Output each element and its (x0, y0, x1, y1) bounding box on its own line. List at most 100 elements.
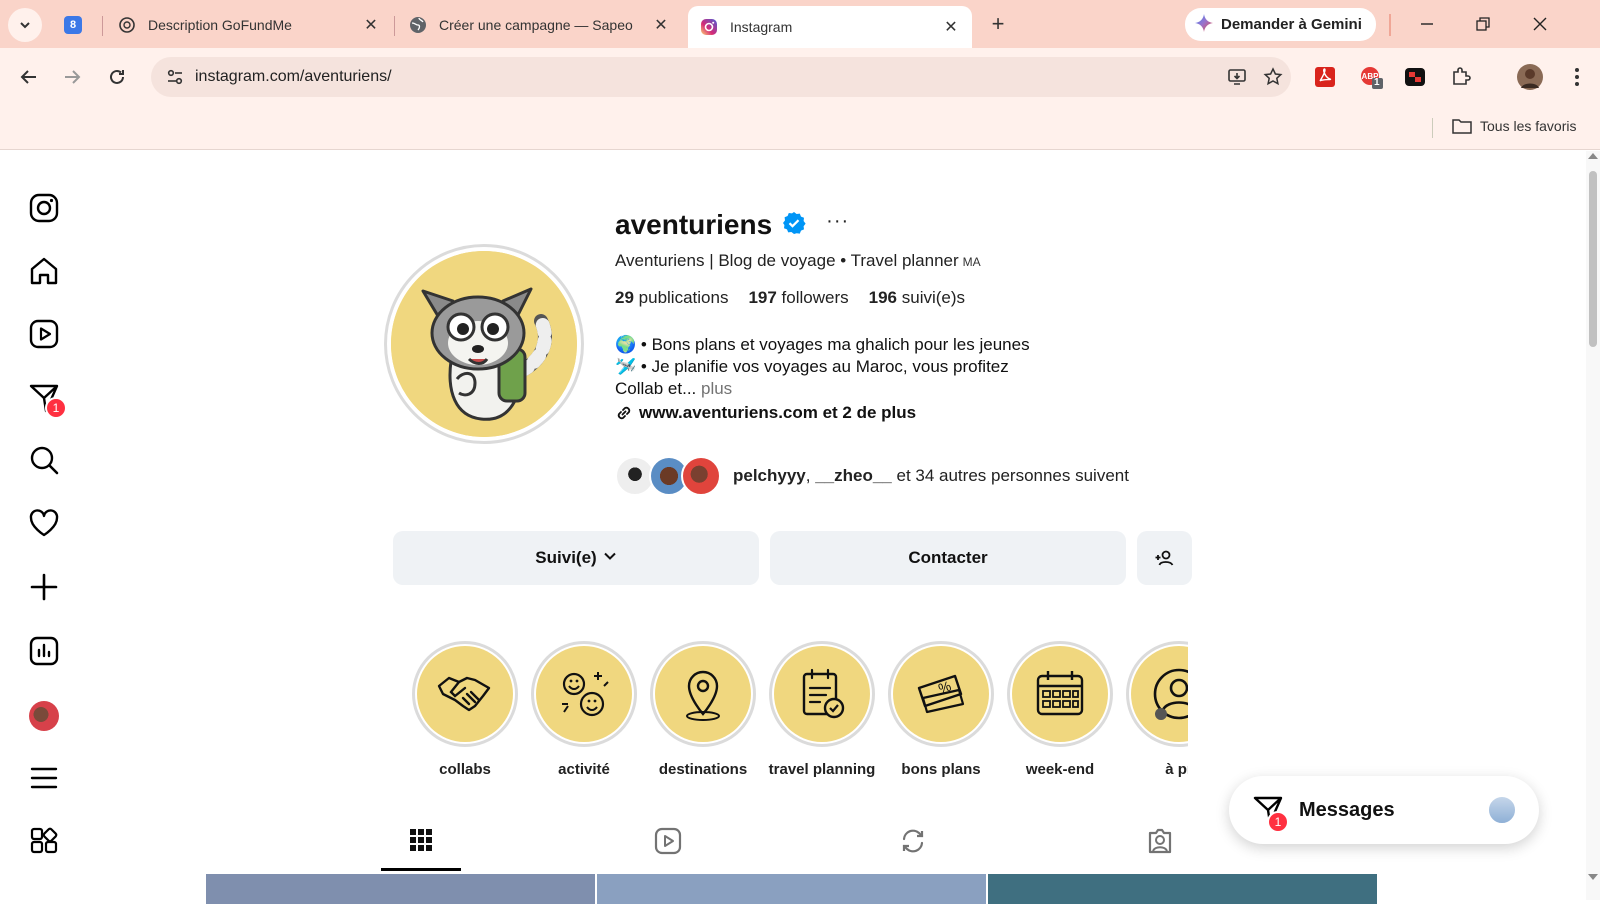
instagram-icon (700, 18, 718, 36)
tab-instagram[interactable]: Instagram ✕ (688, 6, 972, 48)
instagram-sidebar: 1 (0, 151, 90, 900)
search-icon[interactable] (27, 443, 61, 477)
highlight-label: week-end (1025, 761, 1095, 778)
tab-search-button[interactable] (8, 8, 42, 42)
bookmarks-bar: Tous les favoris (0, 106, 1600, 150)
reels-icon[interactable] (27, 317, 61, 351)
ad-blocker-extension-icon[interactable]: ABP 1 (1357, 63, 1385, 91)
tab-reels[interactable] (628, 811, 708, 871)
pinned-tab[interactable]: 8 (60, 12, 86, 38)
tab-description-gofundme[interactable]: Description GoFundMe ✕ (106, 8, 392, 42)
profile-website-link[interactable]: www.aventuriens.com et 2 de plus (615, 403, 916, 423)
discount-tickets-icon: % (917, 674, 965, 714)
folder-icon (1452, 119, 1472, 134)
meta-apps-icon[interactable] (27, 824, 61, 858)
mutual-followers[interactable]: pelchyyy, __zheo__ et 34 autres personne… (615, 456, 1129, 496)
mutual-avatars (615, 456, 727, 496)
scroll-up-icon[interactable] (1588, 153, 1598, 159)
forward-button[interactable] (57, 62, 87, 92)
new-tab-button[interactable]: + (984, 10, 1012, 38)
profile-picture[interactable] (384, 244, 584, 444)
tagged-person-icon (1148, 828, 1172, 854)
extensions-puzzle-icon[interactable] (1447, 63, 1475, 91)
ask-gemini-button[interactable]: Demander à Gemini (1185, 8, 1376, 41)
media-extension-icon[interactable] (1401, 63, 1429, 91)
followers-stat[interactable]: 197 followers (748, 288, 848, 308)
close-icon[interactable]: ✕ (362, 16, 380, 34)
bookmark-star-icon[interactable] (1255, 67, 1291, 87)
profile-icon[interactable] (27, 699, 61, 733)
story-highlights: collabs activité destinations travel pla… (410, 641, 1188, 781)
pdf-extension-icon[interactable] (1311, 63, 1339, 91)
url-text[interactable]: instagram.com/aventuriens/ (195, 68, 1219, 86)
profile-content-tabs (205, 811, 1375, 871)
highlight-a-propos[interactable]: à pr (1124, 641, 1188, 778)
all-bookmarks-button[interactable]: Tous les favoris (1452, 117, 1576, 135)
highlight-label: destinations (658, 761, 748, 778)
following-stat[interactable]: 196 suivi(e)s (869, 288, 965, 308)
page-scrollbar[interactable] (1586, 151, 1600, 900)
scroll-down-icon[interactable] (1588, 874, 1598, 880)
contact-button[interactable]: Contacter (770, 531, 1126, 585)
home-icon[interactable] (27, 254, 61, 288)
reload-button[interactable] (102, 62, 132, 92)
suggest-users-button[interactable] (1137, 531, 1192, 585)
highlight-destinations[interactable]: destinations (648, 641, 758, 778)
profile-avatar-icon[interactable] (1516, 63, 1544, 91)
highlight-label: activité (558, 761, 610, 778)
location-pin-icon (686, 670, 720, 721)
bio-more-link[interactable]: plus (701, 379, 732, 398)
person-icon (1153, 668, 1188, 720)
close-icon[interactable]: ✕ (942, 18, 960, 36)
bio-line: Collab et... plus (615, 379, 733, 398)
minimize-button[interactable] (1413, 10, 1441, 38)
site-settings-icon[interactable] (155, 68, 195, 86)
following-button[interactable]: Suivi(e) (393, 531, 759, 585)
openai-icon (118, 16, 136, 34)
messages-drawer[interactable]: 1 Messages (1229, 776, 1539, 844)
menu-icon[interactable] (27, 761, 61, 795)
handshake-icon (437, 676, 491, 712)
tab-creer-campagne[interactable]: Créer une campagne — Sapeo ✕ (397, 8, 682, 42)
tab-tagged[interactable] (1120, 811, 1200, 871)
highlight-bons-plans[interactable]: % bons plans (886, 641, 996, 778)
restore-icon (1476, 17, 1490, 31)
chevron-down-icon (603, 548, 617, 568)
dashboard-icon[interactable] (27, 634, 61, 668)
close-window-button[interactable] (1526, 10, 1554, 38)
close-icon (1533, 17, 1547, 31)
browser-tab-bar: 8 Description GoFundMe ✕ Créer une campa… (0, 0, 1600, 48)
pinned-tab-icon: 8 (64, 16, 82, 34)
options-button[interactable]: ··· (826, 210, 849, 233)
scrollbar-thumb[interactable] (1589, 171, 1597, 347)
following-label: Suivi(e) (535, 548, 597, 567)
notification-badge: 1 (45, 397, 67, 419)
highlight-travel-planning[interactable]: travel planning (767, 641, 877, 778)
heart-icon[interactable] (27, 506, 61, 540)
calendar-icon (1036, 671, 1084, 716)
browser-toolbar: instagram.com/aventuriens/ ABP 1 (0, 48, 1600, 106)
highlight-label: travel planning (768, 761, 876, 778)
pronoun-tag: MA (962, 255, 981, 269)
highlight-collabs[interactable]: collabs (410, 641, 520, 778)
address-bar[interactable]: instagram.com/aventuriens/ (151, 57, 1291, 97)
avatar (29, 701, 59, 731)
close-icon[interactable]: ✕ (652, 16, 670, 34)
highlight-week-end[interactable]: week-end (1005, 641, 1115, 778)
instagram-logo-icon[interactable] (27, 191, 61, 225)
bio-line: 🛩️ • Je planifie vos voyages au Maroc, v… (615, 357, 1009, 376)
highlight-activite[interactable]: activité (529, 641, 639, 778)
tab-posts[interactable] (381, 811, 461, 871)
tab-title: Description GoFundMe (148, 17, 292, 33)
menu-kebab-icon[interactable] (1563, 63, 1591, 91)
add-person-icon (1155, 550, 1173, 566)
tab-reposts[interactable] (873, 811, 953, 871)
messenger-icon[interactable]: 1 (27, 381, 67, 419)
plus-icon[interactable] (27, 570, 61, 604)
smileys-icon (562, 672, 609, 717)
gemini-icon (1195, 13, 1213, 36)
back-button[interactable] (14, 62, 44, 92)
install-app-icon[interactable] (1219, 67, 1255, 87)
restore-button[interactable] (1469, 10, 1497, 38)
bio-line: 🌍 • Bons plans et voyages ma ghalich pou… (615, 335, 1030, 354)
